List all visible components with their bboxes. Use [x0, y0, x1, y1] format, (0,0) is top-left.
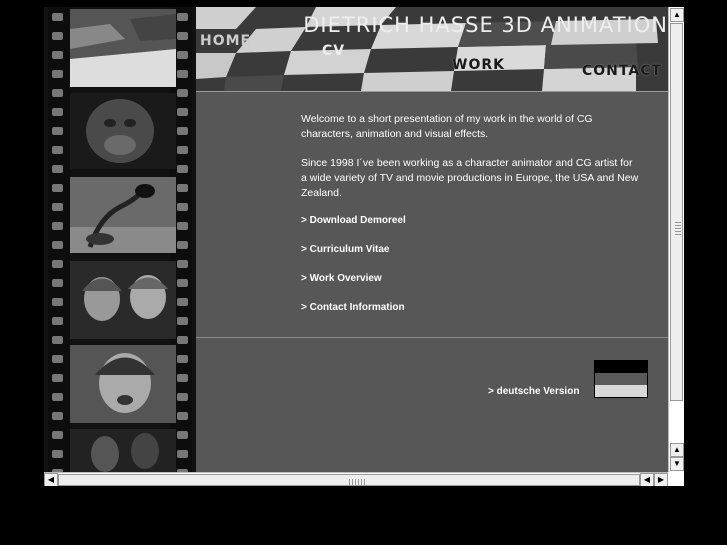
filmstrip-sidebar [44, 7, 196, 477]
sprocket-hole-right [177, 70, 188, 78]
scroll-down-arrow-icon[interactable]: ▼ [670, 457, 684, 471]
contact-information-link[interactable]: > Contact Information [301, 302, 405, 313]
nav-cv-link[interactable]: CV [322, 43, 345, 59]
sprocket-hole-right [177, 89, 188, 97]
sprocket-hole-right [177, 431, 188, 439]
scroll-up-arrow-icon[interactable]: ▲ [670, 8, 684, 22]
sprocket-hole-left [52, 450, 63, 458]
sprocket-hole-left [52, 127, 63, 135]
nav-home-link[interactable]: HOME [200, 33, 251, 49]
sprocket-hole-left [52, 89, 63, 97]
sprocket-hole-right [177, 374, 188, 382]
sprocket-hole-left [52, 146, 63, 154]
sprocket-hole-right [177, 336, 188, 344]
sprocket-hole-left [52, 412, 63, 420]
sprocket-hole-right [177, 203, 188, 211]
sprocket-hole-left [52, 70, 63, 78]
sprocket-hole-right [177, 222, 188, 230]
intro-text: Welcome to a short presentation of my wo… [301, 112, 641, 215]
sprocket-hole-right [177, 13, 188, 21]
sprocket-hole-right [177, 355, 188, 363]
sprocket-hole-right [177, 127, 188, 135]
download-demoreel-link[interactable]: > Download Demoreel [301, 215, 406, 226]
sprocket-hole-right [177, 412, 188, 420]
sprocket-hole-left [52, 374, 63, 382]
scroll-left-arrow-icon[interactable]: ◀ [44, 473, 58, 486]
sprocket-hole-left [52, 32, 63, 40]
sprocket-hole-right [177, 51, 188, 59]
flag-stripe-middle [595, 373, 647, 385]
sprocket-hole-left [52, 355, 63, 363]
vertical-scrollbar[interactable]: ▲ ▲ ▼ [668, 7, 684, 472]
sprocket-hole-right [177, 184, 188, 192]
sprocket-hole-left [52, 165, 63, 173]
sprocket-hole-left [52, 260, 63, 268]
site-title: DIETRICH HASSE 3D ANIMATION [303, 13, 668, 37]
sprocket-hole-right [177, 146, 188, 154]
sprocket-hole-right [177, 32, 188, 40]
scroll-right-arrow-icon[interactable]: ▶ [654, 473, 668, 486]
sprocket-hole-right [177, 393, 188, 401]
sprocket-hole-left [52, 51, 63, 59]
content-divider [196, 337, 668, 338]
sprocket-hole-left [52, 184, 63, 192]
sprocket-hole-left [52, 241, 63, 249]
intro-paragraph-1: Welcome to a short presentation of my wo… [301, 113, 593, 140]
horizontal-scrollbar[interactable]: ◀ ◀ ▶ [44, 472, 668, 486]
sprocket-hole-right [177, 279, 188, 287]
scroll-up-arrow-lower-icon[interactable]: ▲ [670, 443, 684, 457]
sprocket-hole-right [177, 317, 188, 325]
sprocket-hole-right [177, 298, 188, 306]
sprocket-hole-right [177, 108, 188, 116]
scroll-left-arrow-right-icon[interactable]: ◀ [640, 473, 654, 486]
film-frame-children [70, 261, 176, 339]
film-frame-checkerboard [70, 9, 176, 87]
nav-contact-link[interactable]: CONTACT [582, 63, 662, 79]
sprocket-hole-left [52, 279, 63, 287]
sprocket-hole-left [52, 393, 63, 401]
sprocket-hole-left [52, 203, 63, 211]
sprocket-hole-left [52, 222, 63, 230]
curriculum-vitae-link[interactable]: > Curriculum Vitae [301, 244, 389, 255]
horizontal-scroll-thumb[interactable] [58, 474, 640, 486]
sprocket-hole-right [177, 241, 188, 249]
film-frame-girl [70, 345, 176, 423]
sprocket-hole-right [177, 450, 188, 458]
scrollbar-corner [668, 472, 684, 486]
sprocket-hole-left [52, 431, 63, 439]
work-overview-link[interactable]: > Work Overview [301, 273, 382, 284]
sprocket-hole-left [52, 317, 63, 325]
sprocket-hole-left [52, 298, 63, 306]
nav-work-link[interactable]: WORK [452, 57, 505, 73]
film-frame-gorilla [70, 93, 176, 169]
sprocket-hole-left [52, 108, 63, 116]
german-version-link[interactable]: > deutsche Version [488, 386, 579, 397]
flag-stripe-bottom [595, 385, 647, 397]
sprocket-hole-left [52, 13, 63, 21]
vertical-scroll-thumb[interactable] [670, 23, 683, 401]
main-content: Welcome to a short presentation of my wo… [196, 92, 668, 472]
sprocket-hole-left [52, 336, 63, 344]
sprocket-hole-right [177, 260, 188, 268]
flag-stripe-top [595, 361, 647, 373]
film-frame-plant [70, 177, 176, 253]
film-frame-figures [70, 429, 176, 472]
intro-paragraph-2: Since 1998 I´ve been working as a charac… [301, 157, 639, 199]
browser-viewport: DIETRICH HASSE 3D ANIMATION HOME CV WORK… [44, 7, 684, 486]
sprocket-hole-right [177, 165, 188, 173]
german-flag-icon[interactable] [594, 360, 648, 398]
site-header: DIETRICH HASSE 3D ANIMATION HOME CV WORK… [196, 7, 668, 91]
